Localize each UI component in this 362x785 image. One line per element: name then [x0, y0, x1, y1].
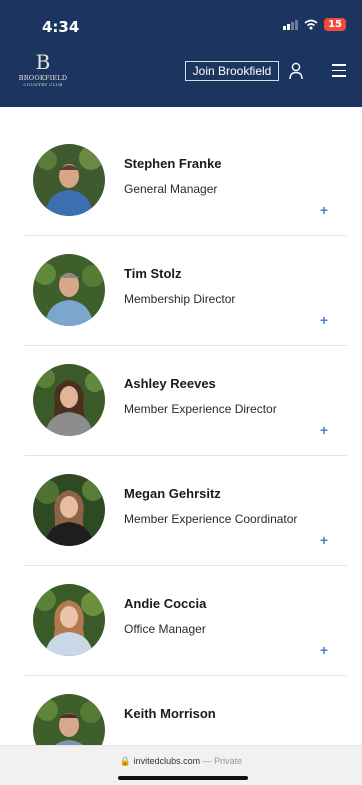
staff-name: Stephen Franke	[124, 156, 222, 171]
lock-icon: 🔒	[119, 756, 132, 766]
staff-name: Megan Gehrsitz	[124, 486, 221, 501]
staff-role: Office Manager	[124, 622, 206, 636]
staff-role: Membership Director	[124, 292, 236, 306]
staff-card[interactable]: Tim Stolz Membership Director +	[25, 236, 347, 346]
staff-role: Member Experience Coordinator	[124, 512, 298, 526]
staff-role: General Manager	[124, 182, 218, 196]
avatar	[33, 144, 105, 216]
signal-icon	[283, 19, 299, 30]
staff-role: Member Experience Director	[124, 402, 277, 416]
url-domain: invitedclubs.com	[133, 756, 201, 766]
staff-card[interactable]: Megan Gehrsitz Member Experience Coordin…	[25, 456, 347, 566]
staff-card[interactable]: Ashley Reeves Member Experience Director…	[25, 346, 347, 456]
battery-icon: 15	[324, 18, 346, 31]
hamburger-menu-icon[interactable]	[332, 64, 346, 78]
wifi-icon	[304, 19, 318, 30]
staff-name: Ashley Reeves	[124, 376, 216, 391]
staff-list: Stephen Franke General Manager + Tim Sto…	[25, 126, 347, 785]
staff-card[interactable]: Andie Coccia Office Manager +	[25, 566, 347, 676]
status-time: 4:34	[42, 18, 80, 36]
club-logo[interactable]: B BROOKFIELD COUNTRY CLUB	[18, 52, 68, 87]
avatar	[33, 364, 105, 436]
url-privacy: Private	[214, 756, 243, 766]
logo-name: BROOKFIELD	[18, 74, 68, 82]
expand-plus-icon[interactable]: +	[320, 422, 328, 438]
avatar	[33, 254, 105, 326]
staff-name: Tim Stolz	[124, 266, 182, 281]
avatar	[33, 584, 105, 656]
site-header: 4:34 15 B BROOKFIELD COUNTRY CLUB Join B…	[0, 0, 362, 107]
staff-card[interactable]: Stephen Franke General Manager +	[25, 126, 347, 236]
user-icon[interactable]	[289, 62, 303, 80]
expand-plus-icon[interactable]: +	[320, 532, 328, 548]
browser-address-bar[interactable]: 🔒 invitedclubs.com — Private	[0, 745, 362, 785]
logo-mark: B	[35, 50, 51, 74]
join-button[interactable]: Join Brookfield	[185, 61, 279, 81]
home-indicator[interactable]	[118, 776, 248, 780]
expand-plus-icon[interactable]: +	[320, 642, 328, 658]
avatar	[33, 474, 105, 546]
expand-plus-icon[interactable]: +	[320, 202, 328, 218]
staff-name: Keith Morrison	[124, 706, 216, 721]
staff-name: Andie Coccia	[124, 596, 207, 611]
url-display[interactable]: 🔒 invitedclubs.com — Private	[0, 756, 362, 767]
expand-plus-icon[interactable]: +	[320, 312, 328, 328]
status-icons: 15	[283, 18, 346, 31]
logo-subtitle: COUNTRY CLUB	[23, 82, 63, 87]
